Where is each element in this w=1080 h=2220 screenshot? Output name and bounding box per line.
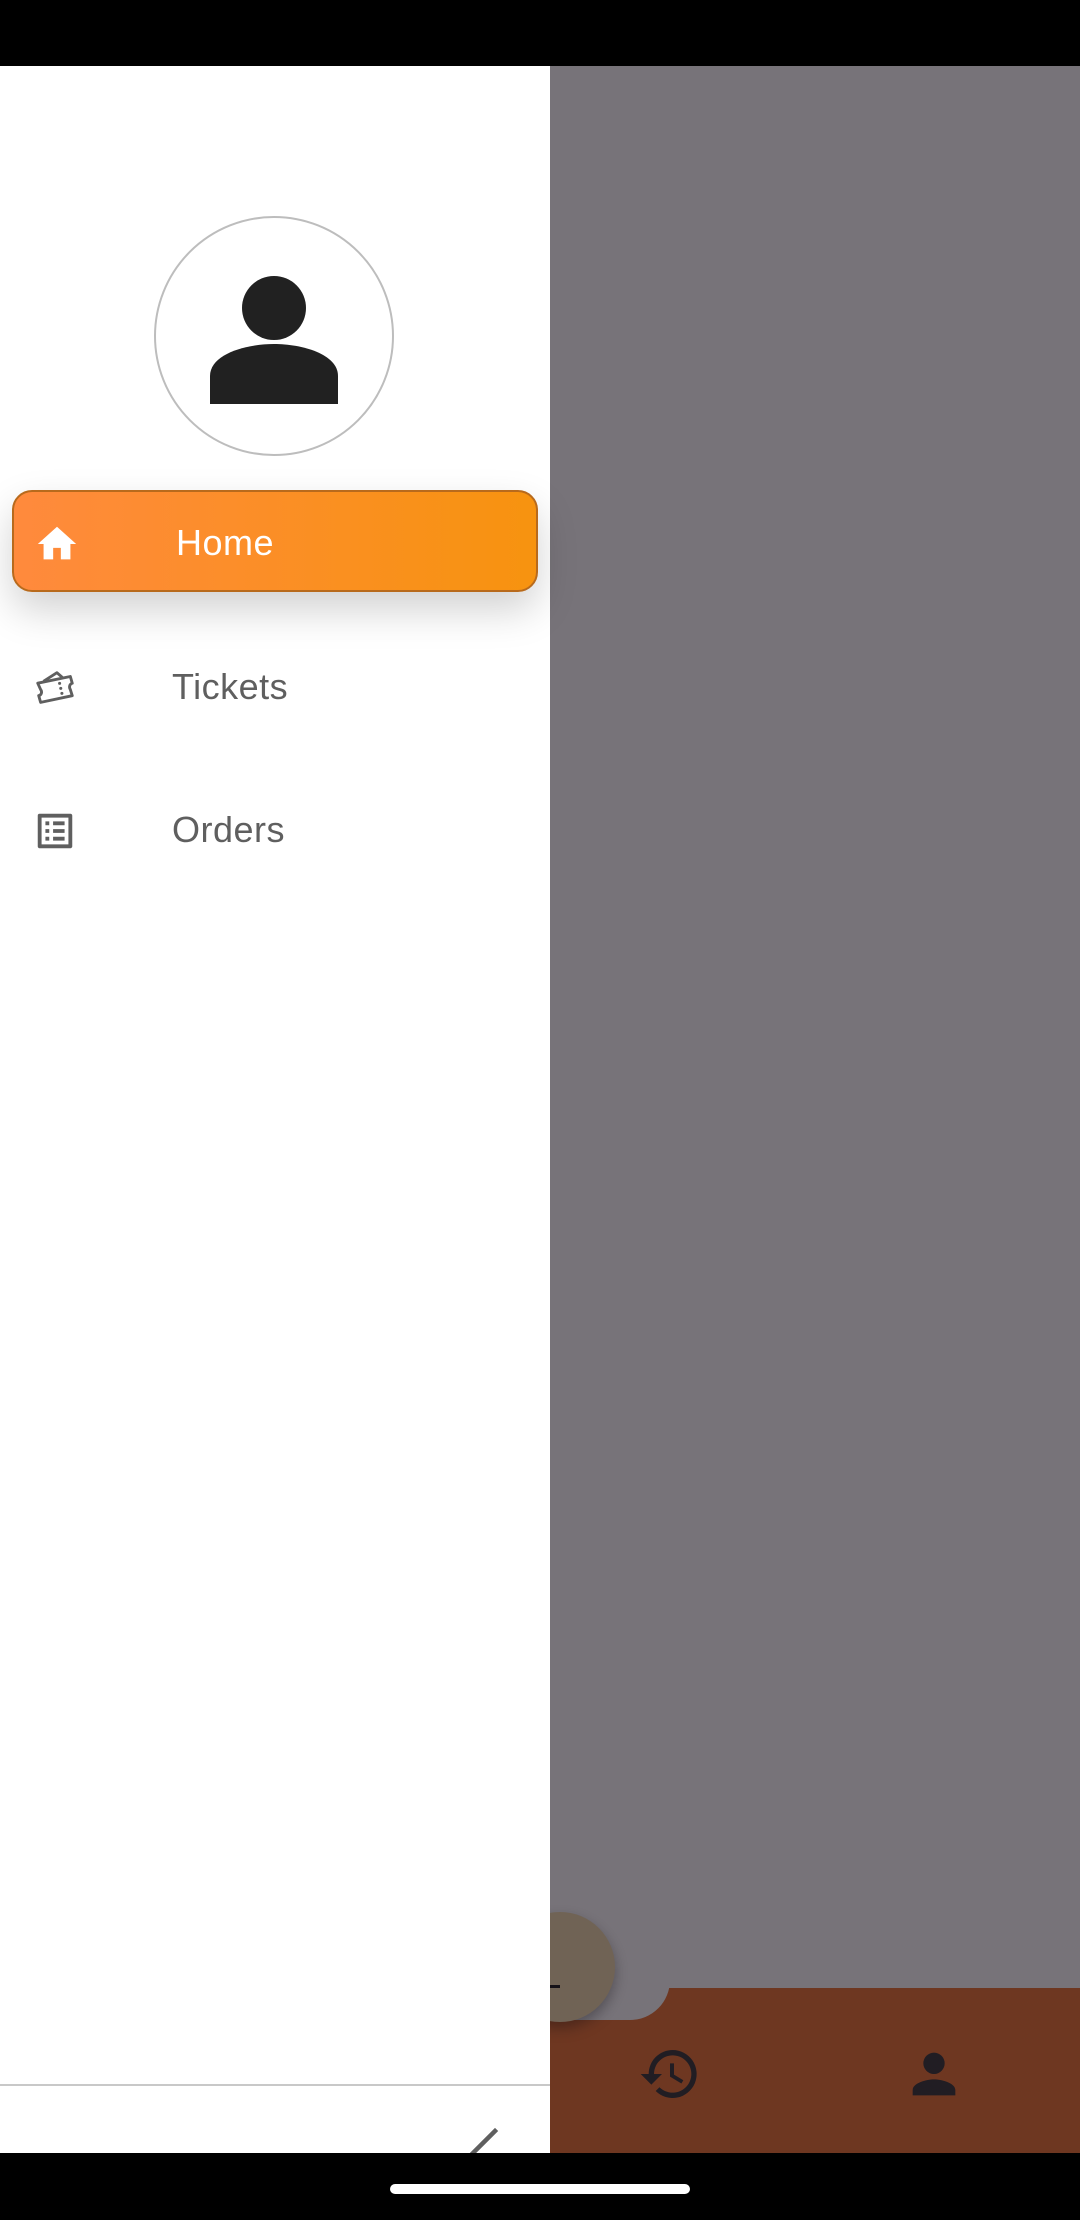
menu-item-label: Orders [172,809,286,850]
screen: Home Tickets Orders [0,0,1080,2153]
person-icon [210,276,338,404]
ticket-icon [36,671,74,704]
home-icon [37,526,77,560]
home-indicator[interactable] [390,2184,690,2194]
navigation-drawer: Home Tickets Orders [0,66,550,2153]
chevron-left-icon[interactable] [455,2121,515,2153]
menu-item-home[interactable]: Home [12,490,538,592]
divider [0,2084,550,2086]
menu-item-orders[interactable]: Orders [12,779,538,881]
menu-item-label: Home [176,522,275,563]
menu-item-label: Tickets [172,666,289,707]
list-icon [37,813,73,849]
menu-item-tickets[interactable]: Tickets [12,636,538,738]
avatar[interactable] [154,216,394,456]
